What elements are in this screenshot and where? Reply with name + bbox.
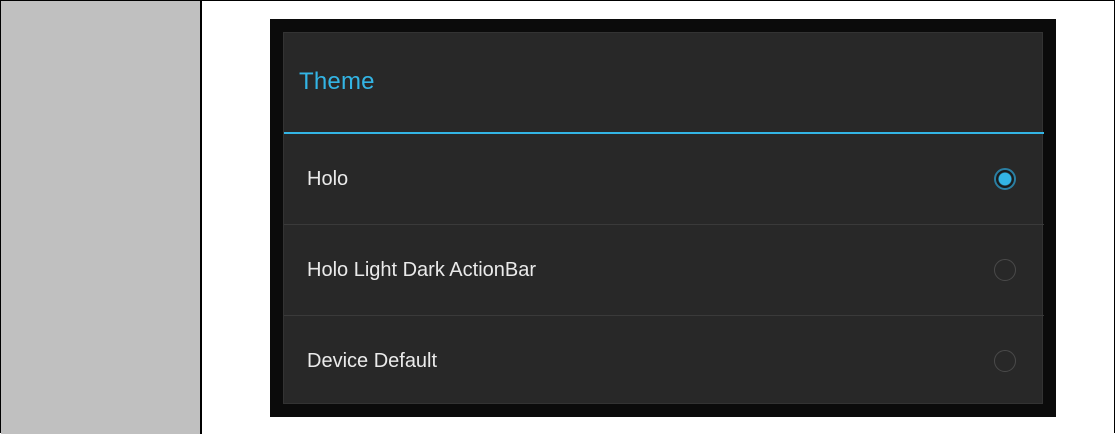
option-device-default[interactable]: Device Default [284,316,1044,405]
option-holo-light-dark-actionbar[interactable]: Holo Light Dark ActionBar [284,225,1044,315]
radio-unselected-icon[interactable] [994,349,1016,372]
option-holo[interactable]: Holo [284,134,1044,224]
option-label: Holo Light Dark ActionBar [307,259,537,281]
radio-unselected-icon[interactable] [994,259,1016,281]
option-label: Device Default [307,350,438,372]
theme-dialog: Theme Holo Holo Light Dark ActionBar Dev… [283,32,1044,405]
option-label: Holo [307,168,349,190]
side-panel [1,1,202,434]
dialog-title: Theme [299,68,375,95]
radio-selected-icon[interactable] [994,168,1016,190]
device-screen: Theme Holo Holo Light Dark ActionBar Dev… [270,19,1056,417]
